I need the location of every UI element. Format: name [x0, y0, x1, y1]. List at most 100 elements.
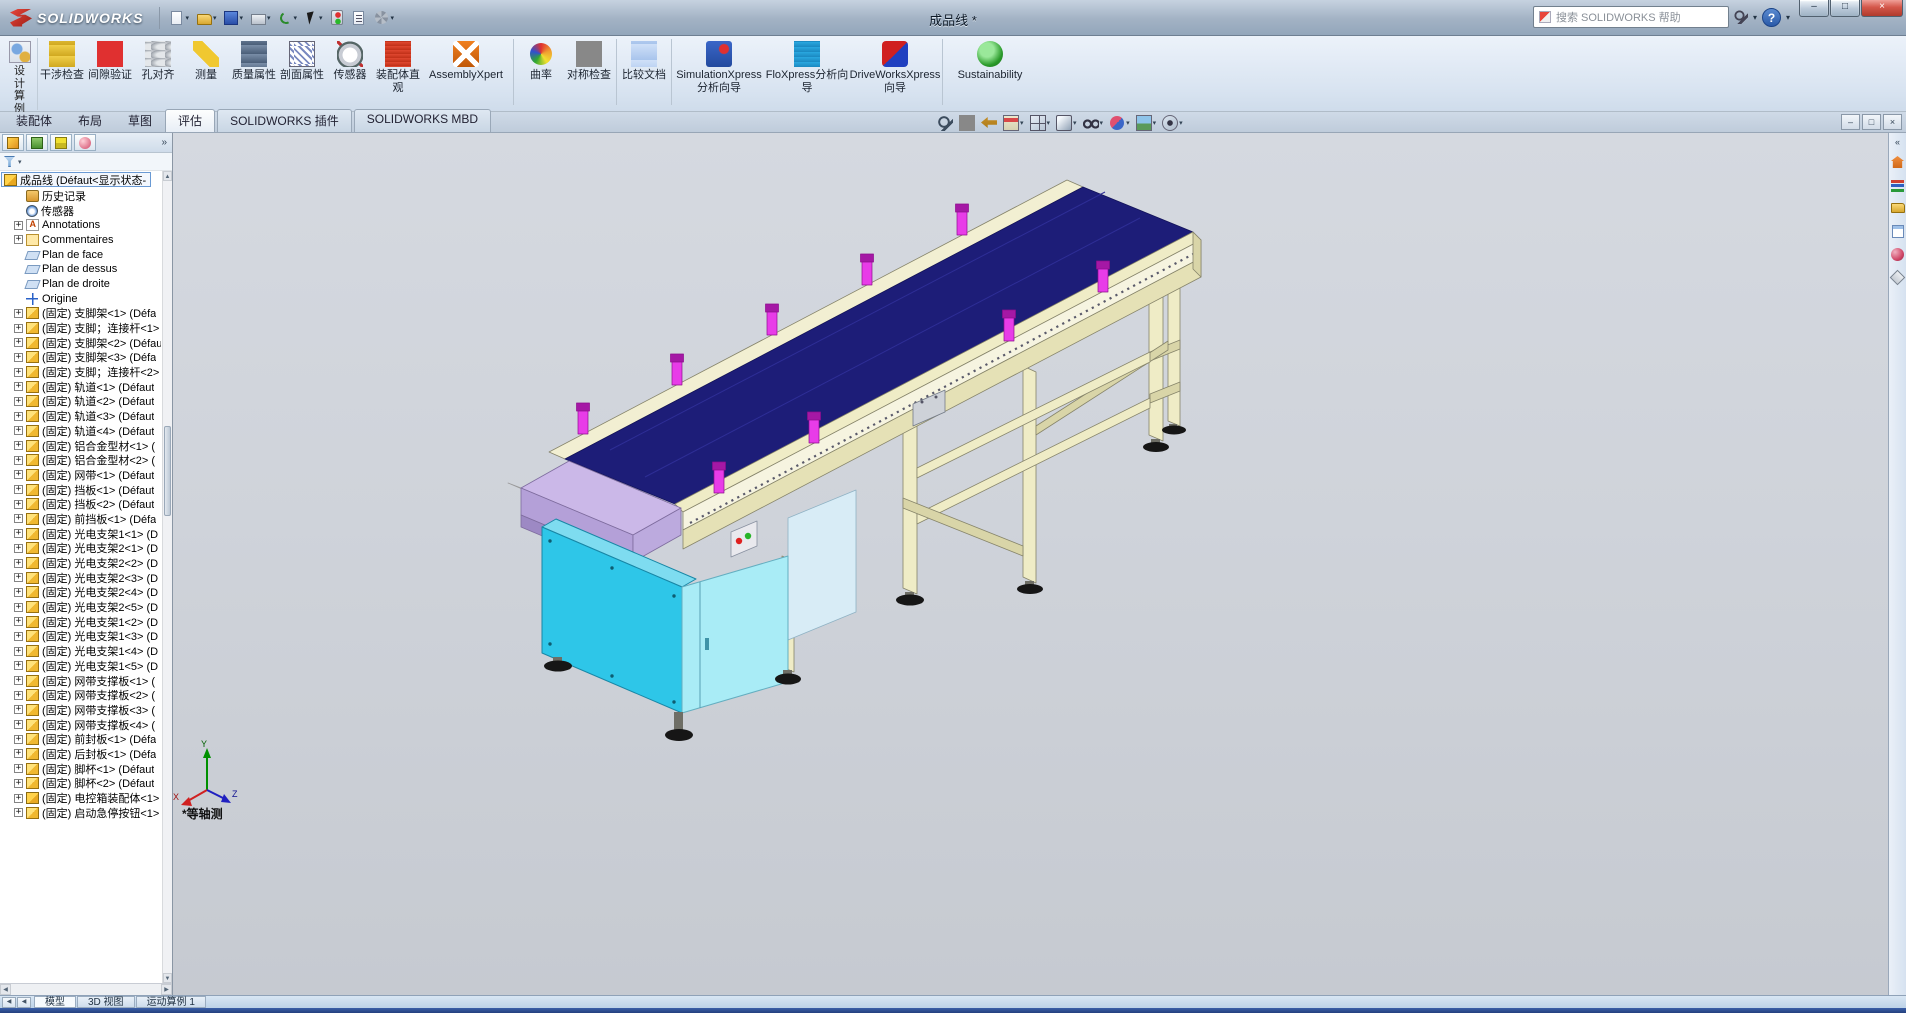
taskpane-file-explorer-button[interactable] [1890, 200, 1906, 216]
tree-item[interactable]: + (固定) 光电支架1<2> (D [0, 614, 161, 629]
taskpane-view-palette-button[interactable] [1890, 223, 1906, 239]
expander[interactable]: + [14, 705, 23, 715]
rear-panel[interactable] [787, 489, 857, 641]
bottom-tab-运动算例 1[interactable]: 运动算例 1 [135, 996, 206, 1008]
tree-item[interactable]: + (固定) 前挡板<1> (Défa [0, 512, 161, 527]
new-button[interactable]: ▾ [166, 6, 192, 30]
dropdown-arrow[interactable]: ▾ [391, 14, 395, 22]
ribbon-button-sensor[interactable]: 传感器 [326, 38, 374, 108]
ribbon-button-compare[interactable]: 比较文档 [620, 38, 668, 108]
expander[interactable]: + [14, 514, 23, 524]
expander[interactable]: + [14, 720, 23, 730]
expander[interactable]: + [14, 602, 23, 612]
print-button[interactable]: ▾ [248, 6, 274, 30]
ribbon-button-symmetry[interactable]: 对称检查 [565, 38, 613, 108]
expander[interactable]: + [14, 367, 23, 377]
tree-item[interactable]: + (固定) 支脚架<2> (Défau [0, 335, 161, 350]
expander[interactable]: + [14, 661, 23, 671]
tree-item[interactable]: Origine [0, 291, 161, 306]
ribbon-button-section-props[interactable]: 剖面属性 [278, 38, 326, 108]
tree-item[interactable]: + (固定) 轨道<4> (Défaut [0, 424, 161, 439]
expander[interactable]: + [14, 764, 23, 774]
previous-view-button[interactable] [979, 113, 999, 132]
sensor-bracket[interactable] [765, 303, 779, 336]
search-scope-icon[interactable] [1538, 11, 1551, 23]
expander[interactable]: + [14, 808, 23, 818]
search-dropdown-arrow[interactable]: ▾ [1753, 13, 1757, 22]
tree-item[interactable]: + (固定) 光电支架2<1> (D [0, 541, 161, 556]
scroll-up-arrow[interactable]: ▲ [163, 171, 172, 181]
dropdown-arrow[interactable]: ▾ [1179, 119, 1183, 127]
expander[interactable]: + [14, 529, 23, 539]
graphics-area[interactable]: Y X Z *等轴测 [173, 133, 1888, 995]
zoom-area-button[interactable] [957, 113, 977, 132]
tree-item[interactable]: + (固定) 轨道<2> (Défaut [0, 394, 161, 409]
panel-tab-propertymanager[interactable] [26, 134, 48, 151]
expander[interactable]: + [14, 793, 23, 803]
edit-appearance-button[interactable]: ▾ [1107, 113, 1132, 132]
expander[interactable]: + [14, 455, 23, 465]
dropdown-arrow[interactable]: ▾ [267, 14, 271, 22]
dropdown-arrow[interactable]: ▾ [1126, 119, 1130, 127]
dropdown-arrow[interactable]: ▾ [1153, 119, 1157, 127]
tree-item[interactable]: + (固定) 光电支架2<5> (D [0, 600, 161, 615]
expander[interactable]: + [14, 543, 23, 553]
expander[interactable]: + [14, 690, 23, 700]
tree-item[interactable]: + (固定) 光电支架1<3> (D [0, 629, 161, 644]
rebuild-button[interactable] [328, 6, 346, 30]
tree-item[interactable]: + (固定) 光电支架1<4> (D [0, 644, 161, 659]
expander[interactable]: + [14, 676, 23, 686]
tree-item[interactable]: 成品线 (Défaut<显示状态- [1, 172, 152, 187]
expander[interactable]: + [14, 587, 23, 597]
expander[interactable]: + [14, 352, 23, 362]
tab-SOLIDWORKS 插件[interactable]: SOLIDWORKS 插件 [217, 109, 352, 132]
ribbon-button-assembly-visual[interactable]: 装配体直观 [374, 38, 422, 108]
tree-item[interactable]: + (固定) 脚杯<2> (Défaut [0, 776, 161, 791]
scroll-right-arrow[interactable]: ▶ [161, 984, 172, 995]
open-button[interactable]: ▾ [194, 6, 220, 30]
tree-item[interactable]: 历史记录 [0, 189, 161, 204]
save-button[interactable]: ▾ [221, 6, 246, 30]
tree-item[interactable]: 传感器 [0, 203, 161, 218]
expander[interactable]: + [14, 382, 23, 392]
tree-item[interactable]: + (固定) 铝合金型材<1> ( [0, 438, 161, 453]
tree-item[interactable]: + (固定) 轨道<1> (Défaut [0, 379, 161, 394]
expander[interactable]: + [14, 323, 23, 333]
section-view-button[interactable]: ▾ [1001, 113, 1026, 132]
ribbon-button-hole-align[interactable]: 孔对齐 [134, 38, 182, 108]
tree-item[interactable]: + (固定) 挡板<1> (Défaut [0, 482, 161, 497]
electric-box-2[interactable] [681, 555, 789, 714]
3d-model-canvas[interactable]: Y X Z [173, 133, 1888, 995]
ribbon-button-simulationxpress[interactable]: SimulationXpress分析向导 [675, 38, 763, 108]
ribbon-button-floxpress[interactable]: FloXpress分析向导 [763, 38, 851, 108]
expander[interactable]: + [14, 734, 23, 744]
tree-item[interactable]: + (固定) 光电支架2<2> (D [0, 556, 161, 571]
doc-minimize-button[interactable]: – [1841, 114, 1860, 130]
tree-item[interactable]: + (固定) 前封板<1> (Défa [0, 732, 161, 747]
sensor-bracket[interactable] [670, 353, 684, 386]
sensor-bracket[interactable] [576, 402, 590, 435]
tree-item[interactable]: + (固定) 光电支架1<1> (D [0, 526, 161, 541]
sensor-bracket[interactable] [1002, 309, 1016, 342]
dropdown-arrow[interactable]: ▾ [294, 14, 298, 22]
panel-tab-configurationmanager[interactable] [50, 134, 72, 151]
dropdown-arrow[interactable]: ▾ [213, 14, 217, 22]
tree-item[interactable]: + (固定) 网带支撑板<4> ( [0, 717, 161, 732]
taskpane-design-library-button[interactable] [1890, 177, 1906, 193]
tree-item[interactable]: + (固定) 支脚架<3> (Défa [0, 350, 161, 365]
panel-tabs-overflow[interactable]: » [161, 137, 170, 148]
ribbon-button-sustainability[interactable]: Sustainability [946, 38, 1034, 108]
maximize-button[interactable]: □ [1830, 0, 1860, 17]
bottom-tab-模型[interactable]: 模型 [34, 996, 76, 1008]
tree-item[interactable]: + (固定) 网带支撑板<1> ( [0, 673, 161, 688]
expander[interactable]: + [14, 411, 23, 421]
tree-item[interactable]: + Commentaires [0, 233, 161, 248]
tree-item[interactable]: + (固定) 轨道<3> (Défaut [0, 409, 161, 424]
tab-草图[interactable]: 草图 [115, 109, 165, 132]
expander[interactable]: + [14, 617, 23, 627]
dropdown-arrow[interactable]: ▾ [1047, 119, 1051, 127]
expander[interactable]: + [14, 235, 23, 245]
hide-show-items-button[interactable]: ▾ [1081, 113, 1106, 132]
search-icon[interactable] [1733, 10, 1748, 24]
dropdown-arrow[interactable]: ▾ [1073, 119, 1077, 127]
